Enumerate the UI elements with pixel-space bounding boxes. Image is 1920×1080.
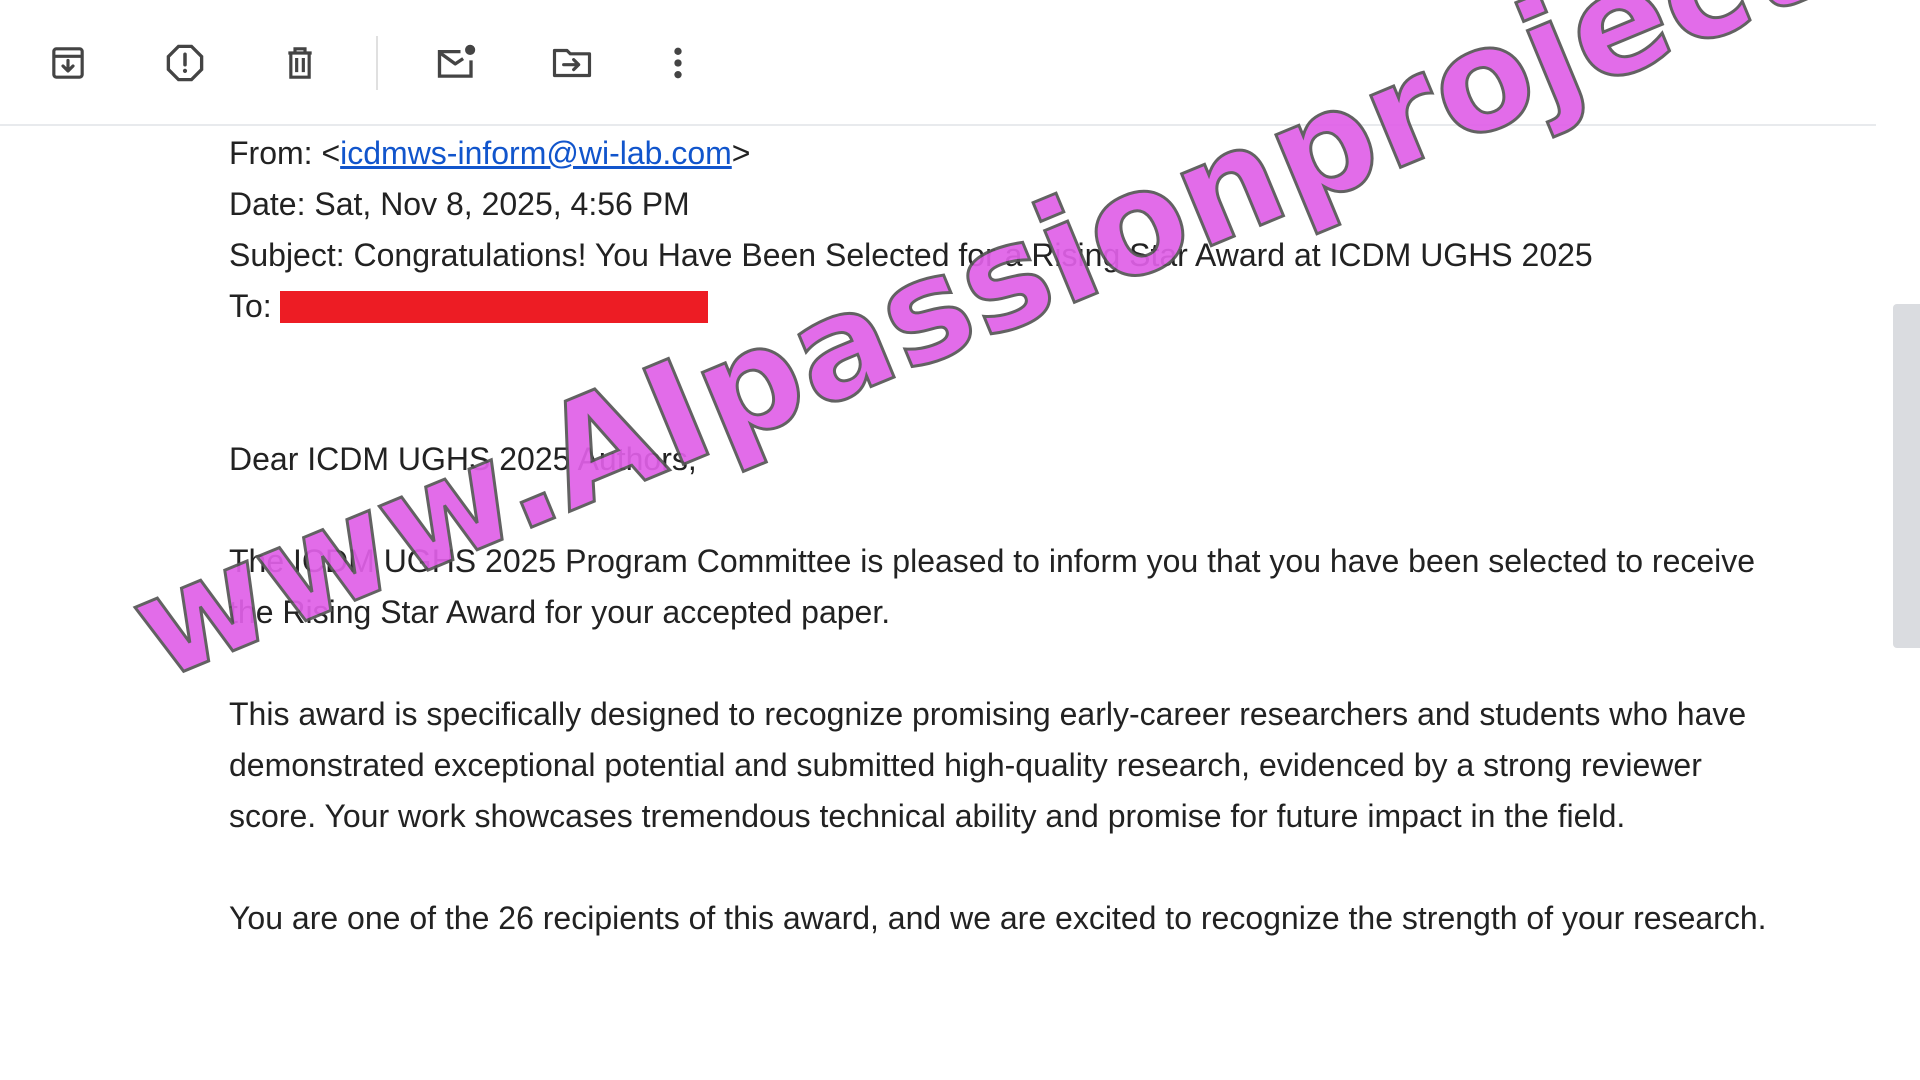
more-options-icon xyxy=(674,47,682,79)
email-toolbar xyxy=(0,0,1876,126)
to-line: To: xyxy=(229,281,1789,332)
report-spam-icon xyxy=(166,44,204,82)
mark-unread-icon xyxy=(437,44,476,78)
paragraph-1: The ICDM UGHS 2025 Program Committee is … xyxy=(229,543,1756,630)
report-spam-button[interactable] xyxy=(155,38,215,88)
to-label: To: xyxy=(229,288,272,324)
archive-icon xyxy=(52,47,84,79)
paragraph-3: You are one of the 26 recipients of this… xyxy=(229,900,1767,936)
greeting: Dear ICDM UGHS 2025 Authors, xyxy=(229,441,697,477)
mark-unread-button[interactable] xyxy=(427,38,487,88)
more-options-button[interactable] xyxy=(648,38,708,88)
from-label: From: < xyxy=(229,135,341,171)
email-body: From: <icdmws-inform@wi-lab.com> Date: S… xyxy=(229,128,1789,944)
sender-email-link[interactable]: icdmws-inform@wi-lab.com xyxy=(340,135,732,171)
scrollbar-thumb[interactable] xyxy=(1893,304,1920,648)
toolbar-divider xyxy=(376,36,378,90)
move-to-button[interactable] xyxy=(542,38,602,88)
recipient-redaction xyxy=(279,291,708,323)
from-line: From: <icdmws-inform@wi-lab.com> xyxy=(229,128,1789,179)
delete-icon xyxy=(288,47,312,79)
paragraph-2: This award is specifically designed to r… xyxy=(229,696,1747,834)
delete-button[interactable] xyxy=(270,38,330,88)
archive-button[interactable] xyxy=(38,38,98,88)
date-line: Date: Sat, Nov 8, 2025, 4:56 PM xyxy=(229,186,690,222)
from-suffix: > xyxy=(731,135,751,171)
email-view: From: <icdmws-inform@wi-lab.com> Date: S… xyxy=(0,0,1920,1080)
move-to-icon xyxy=(552,48,592,78)
subject-line: Subject: Congratulations! You Have Been … xyxy=(229,237,1593,273)
